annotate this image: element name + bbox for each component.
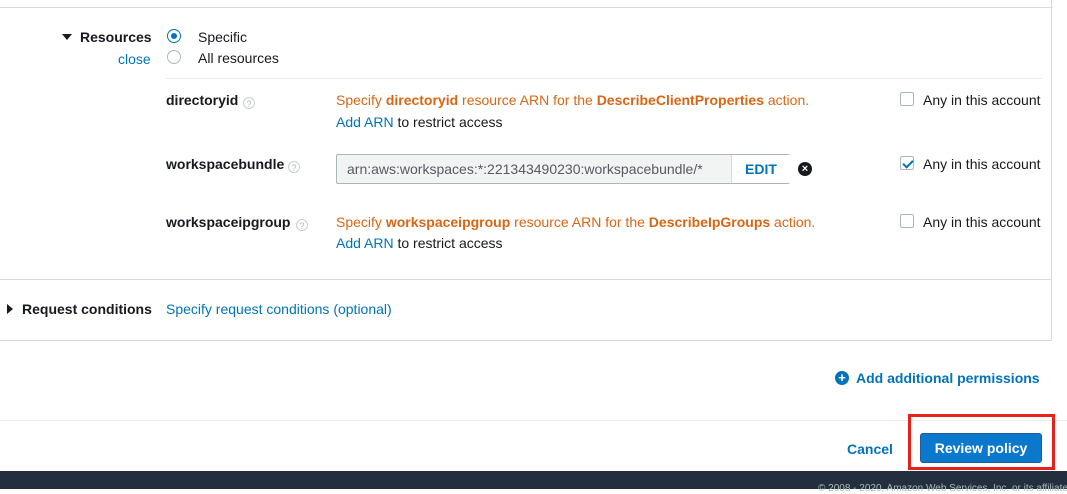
remove-icon[interactable]: × — [798, 162, 812, 176]
resource-name-directoryid: directoryid — [166, 92, 239, 108]
footer-divider — [0, 420, 1067, 421]
add-arn-link[interactable]: Add ARN — [336, 235, 394, 251]
workspaceipgroup-add-arn: Add ARN to restrict access — [336, 235, 503, 251]
highlight-box — [908, 414, 1055, 470]
arn-value: arn:aws:workspaces:*:221343490230:worksp… — [347, 161, 703, 177]
any-in-account-checkbox-workspaceipgroup[interactable] — [900, 214, 914, 228]
cancel-button[interactable]: Cancel — [847, 441, 893, 457]
request-conditions-label[interactable]: Request conditions — [22, 301, 152, 317]
add-permissions-link[interactable]: Add additional permissions — [856, 370, 1040, 386]
any-in-account-label: Any in this account — [923, 156, 1041, 172]
top-divider — [0, 7, 1053, 8]
any-in-account-checkbox-workspacebundle[interactable] — [900, 156, 914, 170]
radio-all-resources[interactable] — [167, 50, 181, 64]
plus-circle-icon[interactable]: + — [835, 371, 849, 385]
caret-right-icon[interactable] — [7, 304, 13, 314]
row-divider — [166, 78, 1042, 79]
close-link[interactable]: close — [118, 51, 151, 67]
resource-name-workspaceipgroup: workspaceipgroup — [166, 214, 291, 230]
workspaceipgroup-message: Specify workspaceipgroup resource ARN fo… — [336, 214, 816, 230]
directoryid-add-arn: Add ARN to restrict access — [336, 114, 503, 130]
radio-specific[interactable] — [167, 29, 181, 43]
edit-button[interactable]: EDIT — [731, 155, 790, 183]
resources-label: Resources — [80, 29, 152, 45]
section-divider — [0, 279, 1052, 280]
arn-field[interactable]: arn:aws:workspaces:*:221343490230:worksp… — [336, 154, 790, 184]
resource-name-workspacebundle: workspacebundle — [166, 156, 285, 172]
help-icon[interactable]: ? — [296, 219, 308, 231]
caret-down-icon[interactable] — [62, 34, 72, 40]
help-icon[interactable]: ? — [243, 97, 255, 109]
radio-specific-label: Specific — [198, 29, 248, 45]
directoryid-message: Specify directoryid resource ARN for the… — [336, 92, 810, 108]
help-icon[interactable]: ? — [288, 161, 300, 173]
any-in-account-label: Any in this account — [923, 92, 1041, 108]
radio-all-resources-label: All resources — [198, 50, 279, 66]
request-conditions-link[interactable]: Specify request conditions (optional) — [166, 301, 392, 317]
any-in-account-label: Any in this account — [923, 214, 1041, 230]
add-arn-link[interactable]: Add ARN — [336, 114, 394, 130]
any-in-account-checkbox-directoryid[interactable] — [900, 92, 914, 106]
